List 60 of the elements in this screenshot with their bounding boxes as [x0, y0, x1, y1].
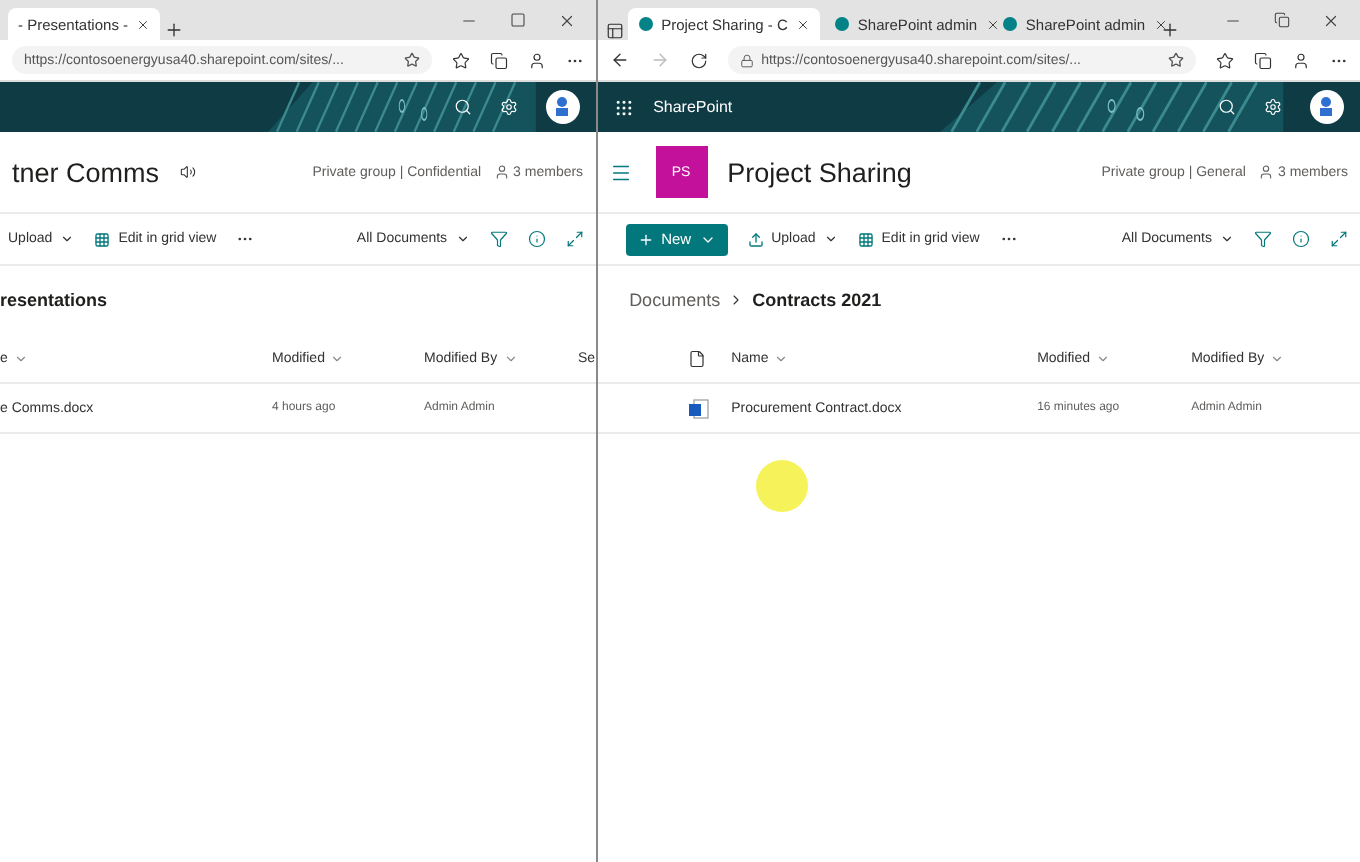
sharepoint-icon — [1001, 16, 1018, 32]
expand-icon[interactable] — [1330, 230, 1348, 248]
chevron-icon — [774, 351, 789, 365]
info-icon[interactable] — [527, 230, 546, 248]
menu-icon[interactable] — [609, 161, 632, 183]
favorites-icon[interactable] — [451, 51, 470, 69]
back-icon[interactable] — [609, 50, 630, 70]
library-heading: resentations — [0, 288, 110, 314]
close-icon[interactable] — [1153, 17, 1168, 31]
filter-icon[interactable] — [489, 230, 508, 248]
grid-icon — [857, 231, 874, 247]
chevron-icon — [13, 351, 28, 365]
chevron-icon — [503, 351, 518, 365]
new-tab-icon[interactable] — [1159, 20, 1180, 40]
breadcrumb-item[interactable]: Contracts 2021 — [752, 290, 882, 310]
favorite-icon[interactable] — [403, 52, 420, 68]
chevron-icon — [330, 351, 345, 365]
lock-icon — [739, 53, 754, 67]
app-name[interactable]: SharePoint — [653, 98, 733, 116]
site-title[interactable]: Project Sharing — [727, 157, 912, 187]
chevron-icon — [60, 232, 75, 246]
chevron-icon — [455, 232, 470, 246]
chevron-icon — [823, 232, 838, 246]
close-icon[interactable] — [985, 17, 1000, 31]
person-icon — [493, 164, 510, 180]
profile-icon[interactable] — [527, 51, 546, 69]
filter-icon[interactable] — [1254, 230, 1272, 248]
tab-actions-icon[interactable] — [605, 22, 624, 40]
sharepoint-icon — [637, 16, 654, 32]
plus-icon — [637, 231, 654, 247]
avatar-icon[interactable] — [1310, 90, 1344, 124]
avatar-icon[interactable] — [545, 90, 580, 124]
breadcrumb-item[interactable]: Documents — [629, 290, 721, 310]
chevron-icon — [1220, 232, 1234, 246]
collections-icon[interactable] — [1254, 51, 1272, 69]
grid-icon — [94, 231, 111, 247]
app-launcher-icon[interactable] — [613, 97, 634, 117]
settings-icon[interactable] — [499, 98, 518, 116]
chevron-icon — [1096, 351, 1111, 365]
favorite-icon[interactable] — [1168, 52, 1184, 68]
search-icon[interactable] — [453, 98, 472, 116]
search-icon[interactable] — [1218, 98, 1236, 116]
settings-icon[interactable] — [1264, 98, 1282, 116]
expand-icon[interactable] — [565, 230, 584, 248]
refresh-icon[interactable] — [689, 51, 708, 69]
sharepoint-icon — [833, 16, 850, 32]
chevron-icon — [1270, 351, 1285, 365]
upload-icon — [747, 231, 764, 247]
close-icon[interactable] — [795, 17, 810, 31]
info-icon[interactable] — [1292, 230, 1310, 248]
collections-icon[interactable] — [489, 51, 508, 69]
person-icon — [1257, 164, 1274, 180]
profile-icon[interactable] — [1292, 51, 1310, 69]
maximize-icon[interactable] — [1274, 12, 1290, 28]
close-icon[interactable] — [557, 11, 576, 29]
close-icon[interactable] — [136, 17, 151, 31]
close-icon[interactable] — [1322, 11, 1340, 29]
new-tab-icon[interactable] — [164, 20, 185, 40]
site-title[interactable]: tner Comms — [12, 157, 160, 187]
favorites-icon[interactable] — [1216, 51, 1234, 69]
